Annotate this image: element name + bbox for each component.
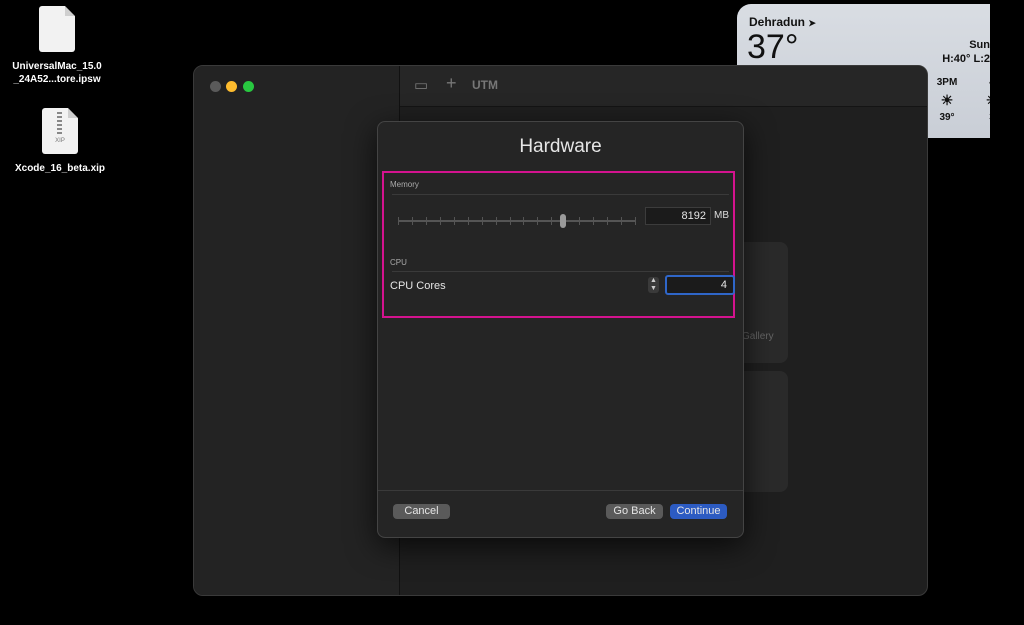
slider-tick <box>523 217 524 225</box>
slider-tick <box>426 217 427 225</box>
weather-high-low: H:40° L:2 <box>942 53 990 65</box>
slider-tick <box>398 217 399 225</box>
slider-tick <box>579 217 580 225</box>
divider <box>392 271 729 272</box>
slider-tick <box>551 217 552 225</box>
slider-tick <box>635 217 636 225</box>
weather-condition: Sun <box>969 39 990 51</box>
background-card-label: Gallery <box>742 331 774 342</box>
add-icon[interactable]: + <box>446 73 457 94</box>
sidebar-toggle-icon[interactable]: ▭ <box>414 76 428 94</box>
sun-icon: ☀ <box>980 92 990 109</box>
memory-input[interactable]: 8192 <box>645 207 711 225</box>
slider-tick <box>482 217 483 225</box>
slider-tick <box>440 217 441 225</box>
footer-divider <box>378 490 743 491</box>
continue-button[interactable]: Continue <box>670 504 727 519</box>
memory-section-label: Memory <box>390 180 419 189</box>
slider-knob[interactable] <box>560 214 566 228</box>
sidebar <box>194 66 400 595</box>
document-icon <box>39 6 75 52</box>
slider-tick <box>607 217 608 225</box>
file-name: UniversalMac_15.0 _24A52...tore.ipsw <box>12 61 102 85</box>
desktop-file-xip[interactable]: XIP Xcode_16_beta.xip <box>5 108 115 175</box>
file-name: Xcode_16_beta.xip <box>14 163 106 174</box>
dialog-title: Hardware <box>519 136 602 157</box>
close-button[interactable] <box>210 81 221 92</box>
desktop-file-ipsw[interactable]: UniversalMac_15.0 _24A52...tore.ipsw <box>2 6 112 86</box>
slider-tick <box>593 217 594 225</box>
slider-tick <box>537 217 538 225</box>
window-title: UTM <box>472 78 498 92</box>
sun-icon: ☀ <box>940 92 954 108</box>
go-back-button[interactable]: Go Back <box>606 504 663 519</box>
location-arrow-icon: ➤ <box>808 18 816 28</box>
memory-slider[interactable] <box>398 214 636 228</box>
zip-archive-icon: XIP <box>42 108 78 154</box>
weather-hour: 4 ☀ 3 <box>980 77 990 123</box>
minimize-button[interactable] <box>226 81 237 92</box>
slider-tick <box>468 217 469 225</box>
cpu-cores-stepper[interactable]: ▲ ▼ <box>648 277 659 293</box>
cpu-cores-label: CPU Cores <box>390 280 446 292</box>
zoom-button[interactable] <box>243 81 254 92</box>
hardware-dialog: Hardware Memory 8192 MB CPU CPU Cores ▲ ▼… <box>377 121 744 538</box>
cpu-section-label: CPU <box>390 258 407 267</box>
cpu-cores-input[interactable]: 4 <box>665 275 735 295</box>
slider-tick <box>412 217 413 225</box>
weather-city: Dehradun ➤ <box>749 15 816 29</box>
cancel-button[interactable]: Cancel <box>393 504 450 519</box>
toolbar: ▭ + UTM <box>400 66 927 107</box>
slider-tick <box>510 217 511 225</box>
weather-hour: 3PM ☀ 39° <box>936 77 958 123</box>
slider-tick <box>454 217 455 225</box>
slider-track <box>398 220 636 222</box>
slider-tick <box>621 217 622 225</box>
divider <box>392 194 729 195</box>
weather-temperature: 37° <box>747 28 799 66</box>
memory-unit: MB <box>714 210 729 221</box>
slider-tick <box>496 217 497 225</box>
